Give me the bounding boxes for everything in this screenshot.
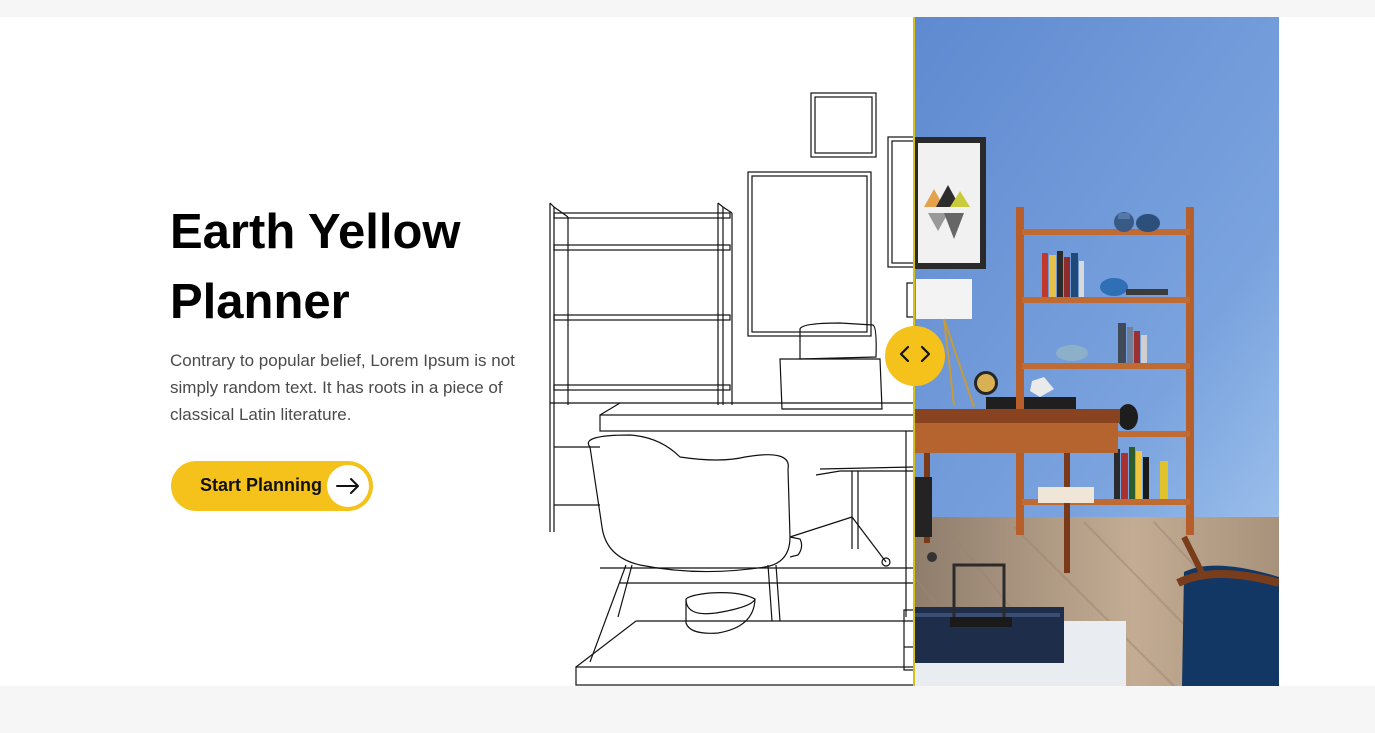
before-after-comparison (540, 17, 1279, 686)
start-planning-button[interactable]: Start Planning (171, 461, 373, 511)
page-title: Earth Yellow Planner (170, 197, 530, 337)
sketch-image (540, 17, 921, 686)
comparison-slider-handle[interactable] (885, 326, 945, 386)
arrow-right-icon (327, 465, 369, 507)
hero-section: Earth Yellow Planner Contrary to popular… (0, 17, 1375, 686)
chevron-left-right-icon (898, 344, 932, 369)
hero-description: Contrary to popular belief, Lorem Ipsum … (170, 351, 515, 424)
furnished-room-image (914, 17, 1279, 686)
title-line-1: Earth Yellow (170, 205, 461, 259)
start-planning-label: Start Planning (200, 475, 323, 495)
title-line-2: Planner (170, 275, 350, 329)
